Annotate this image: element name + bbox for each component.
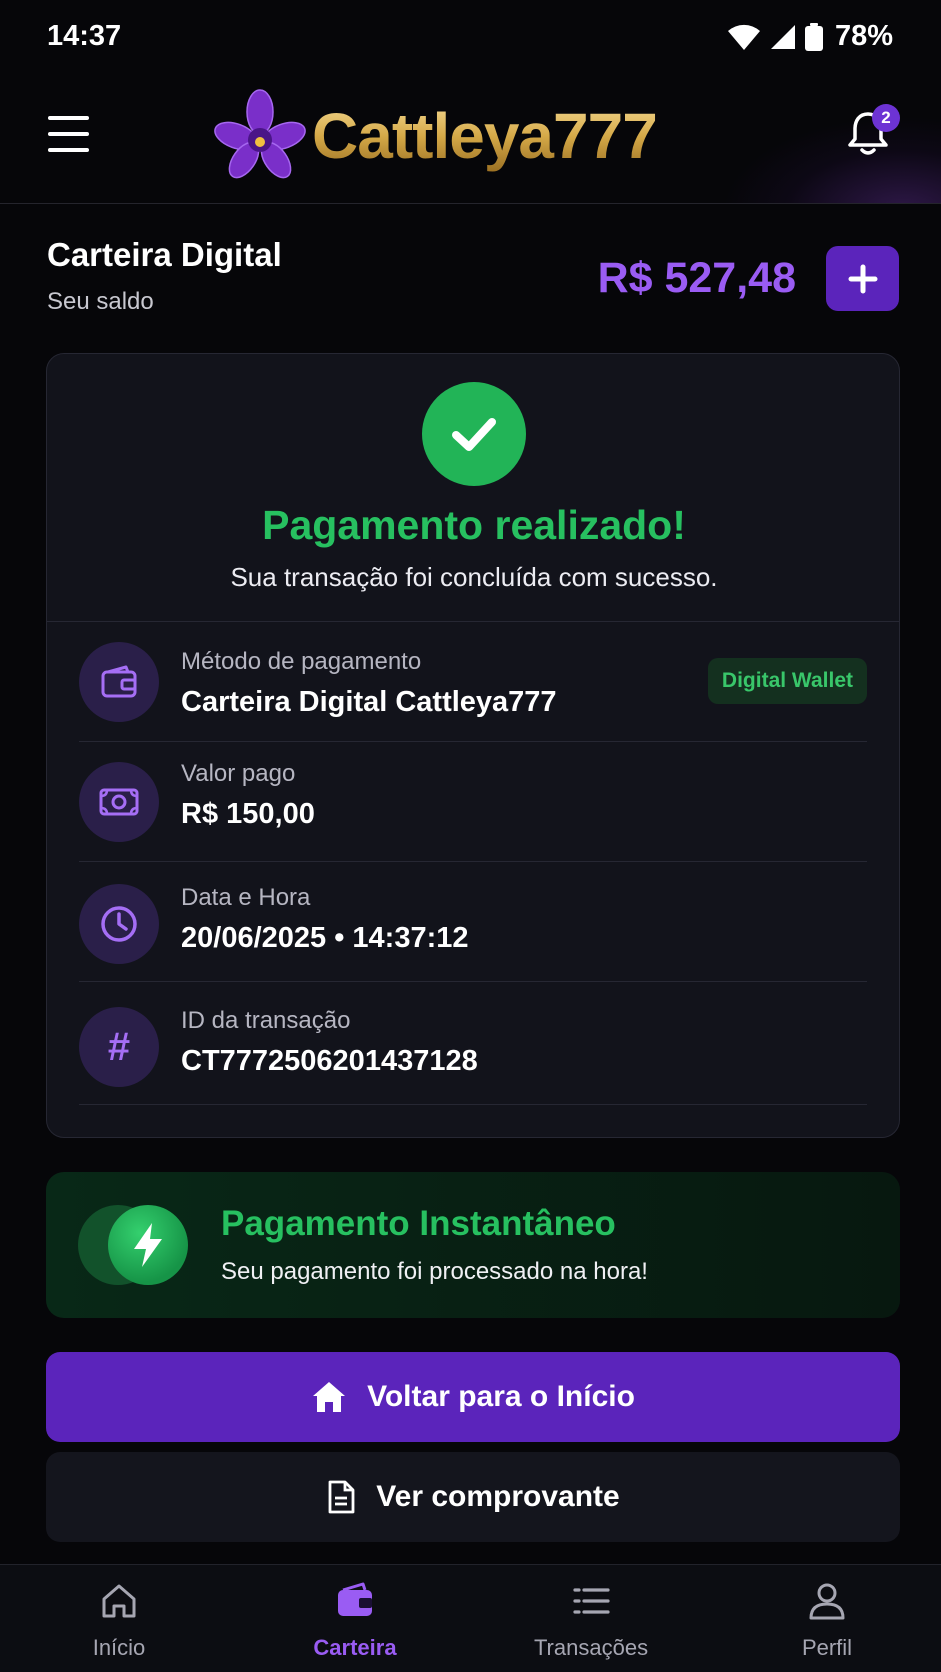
clock-icon xyxy=(79,884,159,964)
document-icon xyxy=(328,1480,355,1514)
cellular-signal-icon xyxy=(770,24,795,49)
user-icon xyxy=(809,1583,845,1620)
nav-item-transacoes[interactable]: Transações xyxy=(491,1565,691,1672)
instant-payment-subtitle: Seu pagamento foi processado na hora! xyxy=(221,1258,648,1285)
brand-name: Cattleya777 xyxy=(312,100,658,172)
nav-label: Início xyxy=(92,1635,146,1660)
notification-badge: 2 xyxy=(872,104,900,132)
view-receipt-label: Ver comprovante xyxy=(376,1480,620,1513)
home-icon xyxy=(313,1382,346,1412)
nav-label: Carteira xyxy=(313,1635,397,1660)
back-to-home-button[interactable]: Voltar para o Início xyxy=(46,1352,900,1442)
brand-logo: Cattleya777 xyxy=(212,86,658,186)
wifi-icon xyxy=(727,24,760,50)
detail-value: Carteira Digital Cattleya777 xyxy=(181,686,557,718)
bottom-navigation: Início Carteira Transações Perfil xyxy=(0,1564,941,1672)
nav-label: Perfil xyxy=(801,1635,853,1660)
detail-label: Valor pago xyxy=(181,760,296,787)
success-title: Pagamento realizado! xyxy=(262,502,686,548)
wallet-icon xyxy=(79,642,159,722)
detail-value: 20/06/2025 • 14:37:12 xyxy=(181,922,469,954)
detail-row-amount: Valor pago R$ 150,00 xyxy=(79,742,867,862)
battery-percentage: 78% xyxy=(834,20,893,52)
home-icon xyxy=(102,1584,136,1618)
add-funds-button[interactable] xyxy=(826,246,899,311)
detail-row-payment-method: Método de pagamento Carteira Digital Cat… xyxy=(79,622,867,742)
success-subtitle: Sua transação foi concluída com sucesso. xyxy=(230,562,718,592)
hash-glyph: # xyxy=(107,1025,131,1069)
success-check-circle xyxy=(422,382,526,486)
status-icons: 78% xyxy=(727,20,893,53)
wallet-subtitle: Seu saldo xyxy=(47,288,154,315)
menu-icon xyxy=(48,116,89,120)
lightning-icon xyxy=(108,1205,188,1285)
view-receipt-button[interactable]: Ver comprovante xyxy=(46,1452,900,1542)
app-header: Cattleya777 2 xyxy=(0,76,941,204)
nav-item-inicio[interactable]: Início xyxy=(19,1565,219,1672)
detail-label: ID da transação xyxy=(181,1007,351,1034)
list-icon xyxy=(573,1588,610,1614)
wallet-title: Carteira Digital xyxy=(47,236,282,273)
detail-label: Método de pagamento xyxy=(181,648,422,675)
detail-value: R$ 150,00 xyxy=(181,798,315,830)
menu-button[interactable] xyxy=(48,116,90,152)
detail-value: CT7772506201437128 xyxy=(181,1045,478,1077)
plus-icon xyxy=(848,264,877,293)
payment-result-card: Pagamento realizado! Sua transação foi c… xyxy=(46,353,900,1138)
instant-payment-banner: Pagamento Instantâneo Seu pagamento foi … xyxy=(46,1172,900,1318)
nav-label: Transações xyxy=(533,1635,649,1660)
status-bar: 14:37 78% xyxy=(0,0,941,76)
back-to-home-label: Voltar para o Início xyxy=(367,1380,635,1413)
detail-label: Data e Hora xyxy=(181,884,311,911)
detail-row-transaction-id: # ID da transação CT7772506201437128 xyxy=(79,985,867,1105)
checkmark-icon xyxy=(452,418,496,451)
payment-method-badge: Digital Wallet xyxy=(707,658,867,704)
instant-payment-title: Pagamento Instantâneo xyxy=(221,1204,616,1243)
orchid-logo-icon xyxy=(214,89,306,179)
cash-icon xyxy=(79,762,159,842)
status-time: 14:37 xyxy=(47,20,122,52)
detail-row-datetime: Data e Hora 20/06/2025 • 14:37:12 xyxy=(79,862,867,982)
header-orchid-decoration xyxy=(721,116,941,203)
wallet-balance: R$ 527,48 xyxy=(597,254,796,302)
wallet-icon xyxy=(338,1582,372,1616)
battery-icon xyxy=(804,22,823,51)
nav-item-perfil[interactable]: Perfil xyxy=(727,1565,927,1672)
nav-item-carteira[interactable]: Carteira xyxy=(255,1565,455,1672)
payment-success-screen: 14:37 78% Cattleya777 2 Carteira Digital… xyxy=(0,0,941,1672)
hash-icon: # xyxy=(79,1007,159,1087)
